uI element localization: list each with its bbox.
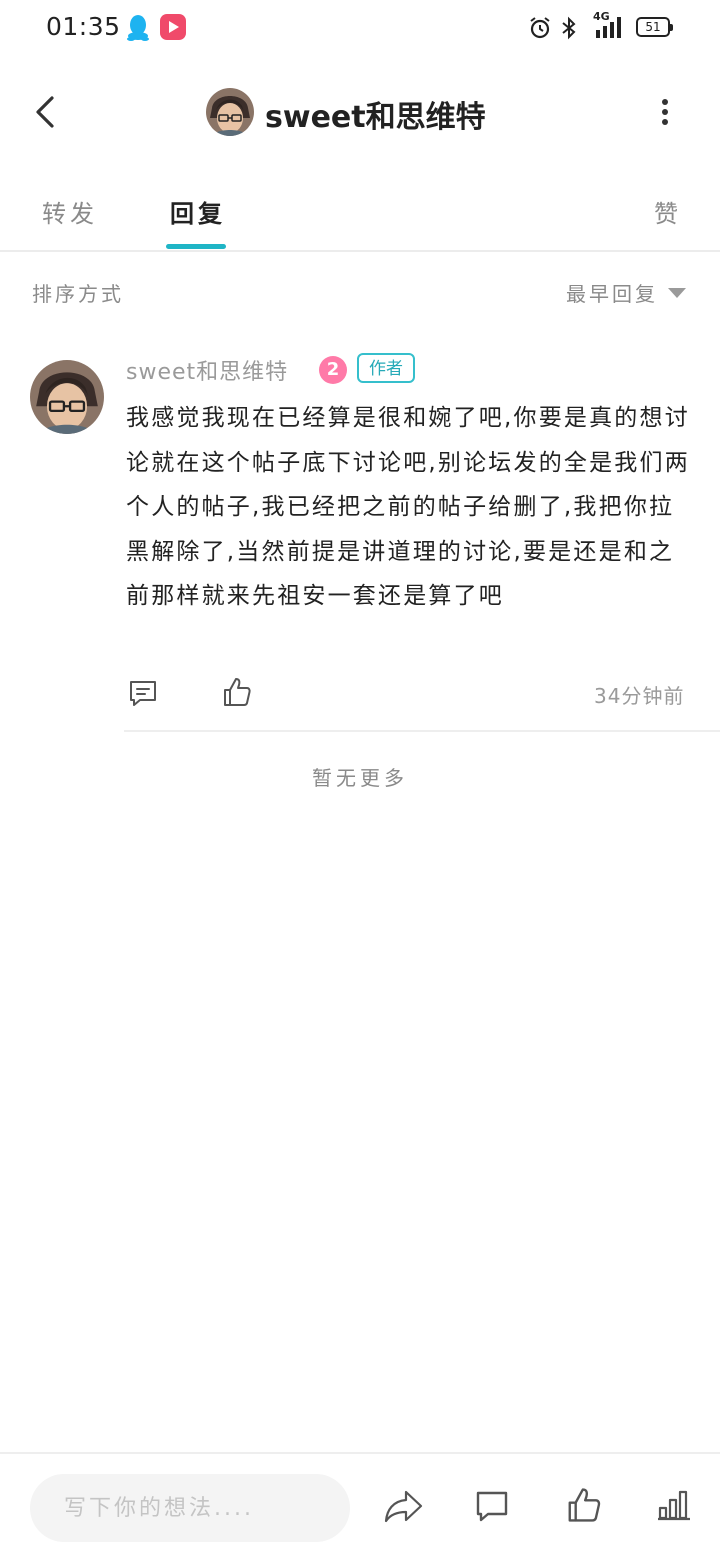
sort-label: 排序方式 — [32, 282, 124, 306]
status-time: 01:35 — [46, 12, 121, 41]
comment-timestamp: 34分钟前 — [594, 684, 685, 708]
bluetooth-icon — [562, 16, 576, 40]
share-icon[interactable] — [384, 1488, 424, 1524]
battery-indicator: 51 — [636, 17, 673, 37]
chevron-down-icon[interactable] — [668, 288, 686, 298]
status-bar: 01:35 4G 51 — [0, 0, 720, 56]
bottom-action-bar — [0, 1452, 720, 1560]
avatar[interactable] — [30, 360, 104, 434]
reply-icon[interactable] — [128, 678, 158, 708]
comment-input[interactable] — [30, 1474, 350, 1542]
tab-bar: 转发 回复 赞 — [0, 180, 720, 252]
comment-text: 我感觉我现在已经算是很和婉了吧,你要是真的想讨论就在这个帖子底下讨论吧,别论坛发… — [126, 405, 690, 609]
tab-forward[interactable]: 转发 — [42, 194, 98, 229]
comment-item: sweet和思维特 2 作者 我感觉我现在已经算是很和婉了吧,你要是真的想讨论就… — [0, 348, 720, 734]
title-bar: sweet和思维特 — [0, 72, 720, 152]
more-icon[interactable] — [650, 94, 680, 130]
author-badge: 作者 — [357, 353, 415, 383]
stats-icon[interactable] — [656, 1488, 692, 1522]
divider — [124, 730, 720, 732]
chat-icon[interactable] — [474, 1488, 510, 1524]
tab-reply[interactable]: 回复 — [170, 194, 226, 229]
header-title: sweet和思维特 — [265, 100, 486, 135]
comment-username[interactable]: sweet和思维特 — [126, 354, 288, 386]
header-avatar[interactable] — [206, 88, 254, 136]
sort-row: 排序方式 最早回复 — [0, 272, 720, 314]
level-badge: 2 — [319, 356, 347, 384]
thumbs-up-icon[interactable] — [566, 1486, 602, 1524]
tab-like[interactable]: 赞 — [654, 194, 682, 229]
like-icon[interactable] — [222, 676, 252, 708]
active-tab-indicator — [166, 244, 226, 249]
qq-icon — [127, 15, 149, 41]
no-more-label: 暂无更多 — [312, 766, 408, 790]
sort-dropdown[interactable]: 最早回复 — [566, 278, 658, 307]
back-icon[interactable] — [28, 92, 68, 132]
network-type: 4G — [593, 10, 610, 23]
video-app-icon — [160, 14, 186, 40]
alarm-icon — [530, 17, 550, 39]
